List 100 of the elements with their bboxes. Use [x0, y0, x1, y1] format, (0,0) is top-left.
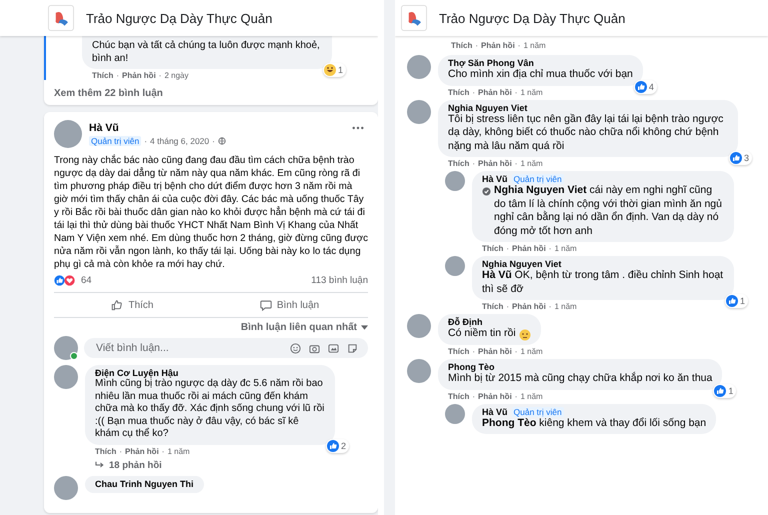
avatar-placeholder[interactable]: [54, 120, 82, 148]
admin-badge: Quản trị viên: [512, 406, 564, 416]
page-logo-icon[interactable]: [48, 5, 74, 31]
commenter-name[interactable]: Phong Tèo: [448, 362, 494, 372]
avatar-placeholder[interactable]: [407, 314, 431, 338]
separator-dot: ·: [514, 159, 518, 168]
avatar-placeholder[interactable]: [407, 100, 431, 124]
comment-text: Mình cũng bị trào ngược dạ dày đc 5.6 năm rồi bao nhiêu lần mua thuốc rồi ai mách cũng đến khám chữa mà ko thấy đỡ. Xác định sống chung với lũ rồi :(( Bạn mua thuốc này ở đâu vậy, có bác sĩ kê khám cụ thể ko?: [95, 378, 325, 440]
comment-action-link[interactable]: Thích: [448, 392, 470, 400]
separator-dot: ·: [514, 392, 518, 400]
post-text: Trong này chắc bác nào cũng đang đau đầu tìm cách chữa bệnh trào ngược dạ dày dai dẳng từ năm này qua năm khác. Em cũng ròng rã đi tìm phương pháp điều trị bệnh cho dứt điểm được hơn 3 năm rồi mà giờ mới tìm thấy chân ái của cuộc đời đây. Các bác mà uống thuốc Tây y rồi Bắc rồi bài thuốc dân gian nào ko khỏi được hẳn bệnh mà cứ tái đi tái lại thì thử dùng bài thuốc YHCT Nhất Nam Bình Vị Khang của Nhất Nam Y Viện xem nhé. Em dùng thuốc hơn 2 tháng, giờ đừng cũng được nửa năm rồi vẫn ngon lành, ko thấy tái lại. Uống bài này ko lo tác dụng phụ gì cả mà còn khỏe ra mới hay chứ.: [54, 154, 368, 271]
comment-action-link[interactable]: Thích: [92, 71, 114, 80]
avatar-placeholder[interactable]: [54, 336, 78, 360]
like-love-reactions-icon[interactable]: [54, 275, 76, 286]
separator-dot: ·: [116, 71, 120, 80]
comment-text: Cho mình xin địa chỉ mua thuốc với bạn: [448, 68, 633, 82]
comment-action-link[interactable]: Thích: [448, 347, 470, 356]
comment-action-link[interactable]: Thích: [482, 244, 504, 253]
separator-dot: ·: [548, 302, 552, 311]
comment-action-link[interactable]: Phản hồi: [478, 347, 512, 356]
avatar-placeholder[interactable]: [54, 365, 78, 389]
comment-text: Tôi bị stress liên tục nên gần đây lại tái lại bệnh trào ngược dạ dày, không biết có thuốc nào chữa nổi không chứ bệnh nặng mà lâu năm quá rồi: [448, 112, 724, 153]
laughing-emoji-icon: [324, 64, 336, 76]
reply-arrow-icon: [95, 461, 105, 469]
avatar-placeholder[interactable]: [445, 256, 465, 276]
comment-action-link[interactable]: Thích: [448, 159, 470, 168]
reaction-badge[interactable]: 2: [326, 438, 349, 452]
gif-icon[interactable]: [328, 342, 339, 354]
emoji-icon[interactable]: [290, 342, 301, 354]
comment-action-link[interactable]: Phản hồi: [478, 159, 512, 168]
avatar-placeholder[interactable]: [445, 404, 465, 424]
caret-icon: [361, 325, 368, 330]
separator-dot: ·: [472, 88, 476, 96]
comment-action-link[interactable]: Phản hồi: [481, 41, 515, 50]
reaction-badge[interactable]: 1: [713, 384, 736, 398]
comment-action-link[interactable]: Thích: [448, 88, 470, 96]
page-logo-icon[interactable]: [401, 5, 427, 31]
separator-dot: ·: [506, 244, 510, 253]
post-date[interactable]: 4 tháng 6, 2020: [150, 136, 210, 146]
commenter-name[interactable]: Nghia Nguyen Viet: [482, 259, 562, 269]
separator-dot: ·: [472, 159, 476, 168]
separator-dot: ·: [158, 71, 162, 80]
separator-dot: ·: [518, 41, 520, 50]
comment-action-link[interactable]: Phản hồi: [478, 392, 512, 400]
comment-time[interactable]: 1 năm: [520, 347, 543, 356]
reaction-badge[interactable]: 3: [728, 151, 752, 165]
comment-time[interactable]: 1 năm: [554, 302, 577, 311]
commenter-name[interactable]: Nghia Nguyen Viet: [448, 102, 528, 112]
reaction-badge[interactable]: 4: [634, 80, 657, 94]
thumbs-up-icon: [111, 299, 124, 311]
thumbs-up-icon: [634, 80, 647, 92]
reaction-count[interactable]: 64: [81, 275, 92, 286]
commenter-name[interactable]: Hà Vũ: [482, 174, 508, 184]
avatar-placeholder[interactable]: [445, 171, 465, 191]
separator-dot: ·: [472, 347, 476, 356]
admin-badge: Quản trị viên: [512, 174, 564, 184]
comment-text: Chúc bạn và tất cả chúng ta luôn được mạnh khoẻ, bình an!: [92, 39, 321, 65]
commenter-name[interactable]: Thợ Săn Phong Vân: [448, 58, 534, 68]
comment-text: Có niềm tin rồi: [448, 327, 516, 340]
comment-action-link[interactable]: Phản hồi: [478, 88, 512, 96]
comment-time[interactable]: 1 năm: [520, 88, 543, 96]
globe-icon: [218, 137, 226, 145]
comment-time[interactable]: 1 năm: [167, 446, 190, 456]
camera-icon[interactable]: [309, 342, 320, 354]
comment-sort-dropdown[interactable]: Bình luận liên quan nhất: [240, 322, 368, 333]
separator-dot: ·: [472, 392, 476, 400]
separator-dot: ·: [162, 446, 164, 456]
comment-action-link[interactable]: Thích: [482, 302, 504, 311]
comment-action-link[interactable]: Phản hồi: [122, 71, 156, 80]
reaction-badge[interactable]: 1: [724, 294, 748, 308]
comment-action-link[interactable]: Thích: [451, 41, 472, 50]
comment-action-link[interactable]: Phản hồi: [512, 244, 546, 253]
sticker-icon[interactable]: [347, 342, 358, 354]
comment-time[interactable]: 1 năm: [520, 159, 543, 168]
comment-action-link[interactable]: Thích: [95, 446, 116, 456]
reaction-badge[interactable]: 1: [322, 63, 346, 77]
commenter-name[interactable]: Điện Cơ Luyện Hậu: [95, 368, 178, 378]
commenter-name[interactable]: Chau Trinh Nguyen Thi: [95, 478, 194, 488]
avatar-placeholder[interactable]: [54, 476, 78, 500]
view-replies-link[interactable]: 18 phản hồi: [85, 456, 162, 470]
post-author-name[interactable]: Hà Vũ: [89, 122, 226, 134]
separator-dot: ·: [514, 88, 518, 96]
comment-time[interactable]: 1 năm: [520, 392, 543, 400]
avatar-placeholder[interactable]: [407, 359, 431, 383]
comment-field[interactable]: Viết bình luận...: [84, 338, 368, 358]
comment-time[interactable]: 1 năm: [523, 41, 546, 50]
separator-dot: ·: [144, 136, 148, 146]
comment-time[interactable]: 1 năm: [554, 244, 577, 253]
commenter-name[interactable]: Hà Vũ: [482, 406, 508, 416]
comment-time[interactable]: 2 ngày: [164, 71, 188, 80]
comment-action-link[interactable]: Phản hồi: [512, 302, 546, 311]
comment-input[interactable]: Viết bình luận...: [94, 341, 282, 355]
comment-count-link[interactable]: 113 bình luận: [311, 275, 368, 286]
comment-action-link[interactable]: Phản hồi: [125, 446, 159, 456]
avatar-placeholder[interactable]: [407, 55, 431, 79]
see-more-comments-link[interactable]: Xem thêm 22 bình luận: [54, 80, 368, 99]
more-options-icon[interactable]: [352, 126, 364, 130]
commenter-name[interactable]: Đỗ Định: [448, 317, 482, 327]
page-title[interactable]: Trảo Ngược Dạ Dày Thực Quản: [439, 10, 626, 26]
page-title[interactable]: Trảo Ngược Dạ Dày Thực Quản: [86, 10, 272, 26]
